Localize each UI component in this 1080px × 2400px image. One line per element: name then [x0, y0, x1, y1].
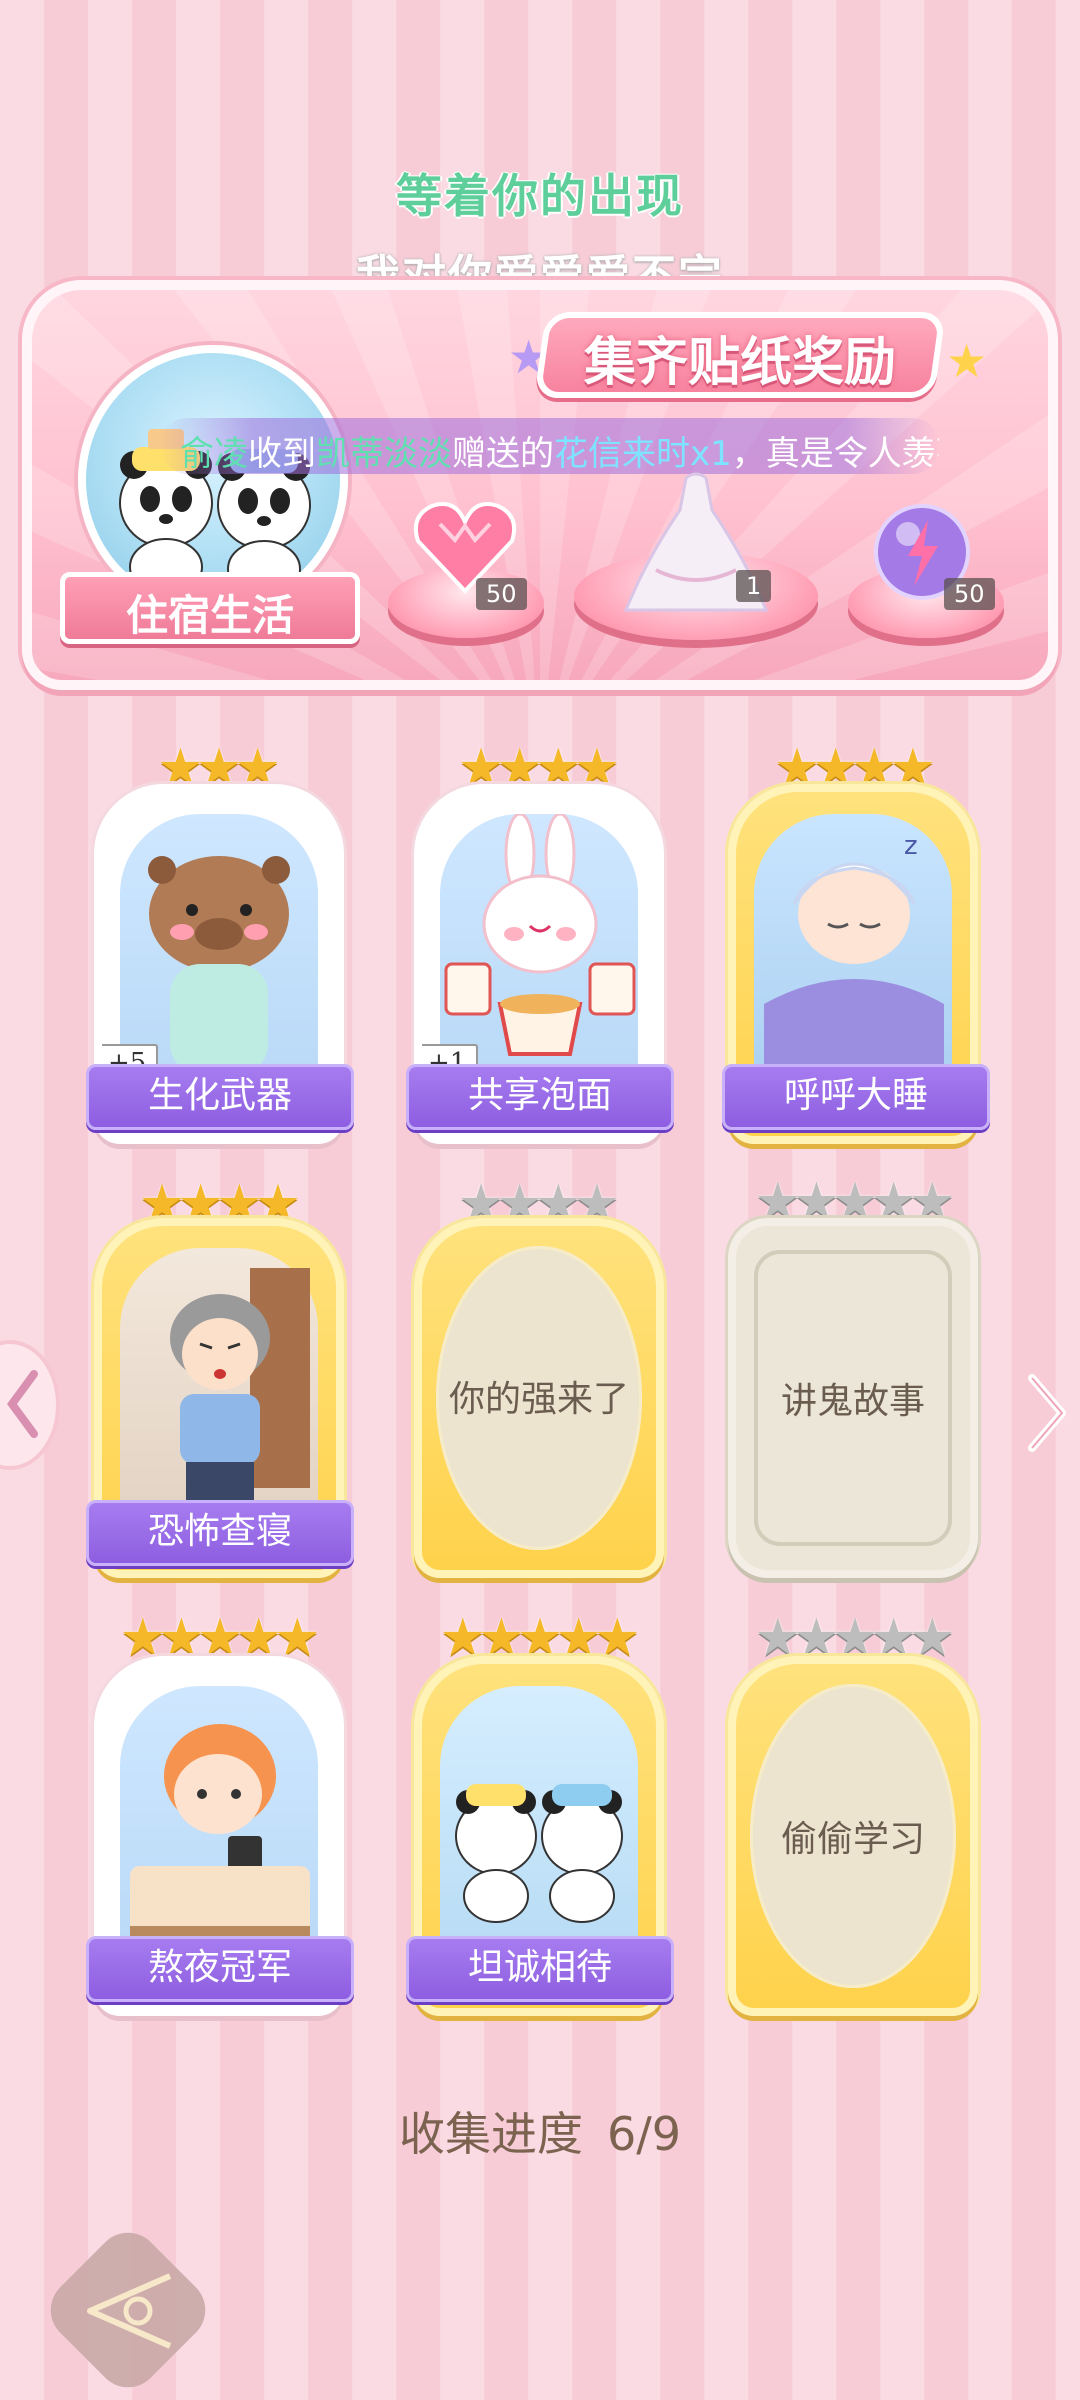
progress-label: 收集进度	[398, 2107, 583, 2161]
sticker-card-locked[interactable]: 讲鬼故事	[728, 1218, 978, 1578]
card-art	[120, 1248, 318, 1528]
prev-page-button[interactable]	[0, 1340, 60, 1470]
card-placeholder: 偷偷学习	[750, 1684, 956, 1988]
marquee-giver: 凯蒂淡淡	[316, 434, 452, 474]
card-title: 偷偷学习	[780, 1819, 925, 1860]
broadcast-marquee: 俞凌收到凯蒂淡淡赠送的花信来时x1，真是令人羡慕	[160, 418, 940, 474]
panda-bath-icon	[455, 1784, 623, 1923]
card-label: 熬夜冠军	[86, 1936, 354, 2002]
night-owl-boy-icon	[130, 1724, 310, 1940]
card-label: 共享泡面	[406, 1064, 674, 1130]
reward-title: 集齐贴纸奖励	[583, 333, 896, 393]
next-page-button[interactable]	[1022, 1368, 1072, 1475]
star-icon: ★	[946, 334, 988, 388]
collection-progress: 收集进度 6/9	[0, 2098, 1080, 2164]
header-title: 等着你的出现	[396, 169, 684, 223]
card-label: 呼呼大睡	[722, 1064, 990, 1130]
svg-text:z: z	[904, 831, 918, 861]
panda-pair-icon	[119, 429, 311, 598]
dorm-auntie-icon	[170, 1268, 310, 1512]
card-art: z	[754, 814, 952, 1094]
chevron-left-icon	[7, 1370, 38, 1438]
reward-count: 50	[944, 578, 995, 610]
sleeping-boy-icon: z	[764, 831, 944, 1094]
card-label: 恐怖查寝	[86, 1500, 354, 1566]
card-label: 坦诚相待	[406, 1936, 674, 2002]
dorm-label: 住宿生活	[125, 591, 294, 640]
sticker-card-locked[interactable]: 你的强来了	[414, 1218, 664, 1578]
card-title: 你的强来了	[448, 1379, 629, 1420]
card-placeholder: 你的强来了	[436, 1246, 642, 1550]
card-title: 讲鬼故事	[780, 1381, 925, 1422]
back-arrow-icon	[70, 2256, 190, 2370]
chevron-right-icon	[1028, 1374, 1066, 1452]
reward-count: 50	[476, 578, 527, 610]
marquee-gift: 花信来时x1	[554, 434, 732, 474]
marquee-sender: 俞凌	[180, 434, 248, 474]
card-label: 生化武器	[86, 1064, 354, 1130]
card-art	[440, 1686, 638, 1966]
sticker-card-locked[interactable]: 偷偷学习	[728, 1656, 978, 2016]
card-art	[120, 1686, 318, 1966]
reward-count: 1	[736, 570, 772, 602]
marquee-text: 赠送的	[452, 434, 554, 474]
card-placeholder: 讲鬼故事	[754, 1250, 952, 1546]
progress-value: 6/9	[606, 2107, 682, 2161]
marquee-text: 收到	[248, 434, 316, 474]
marquee-text: ，真是令人羡慕	[731, 434, 940, 474]
